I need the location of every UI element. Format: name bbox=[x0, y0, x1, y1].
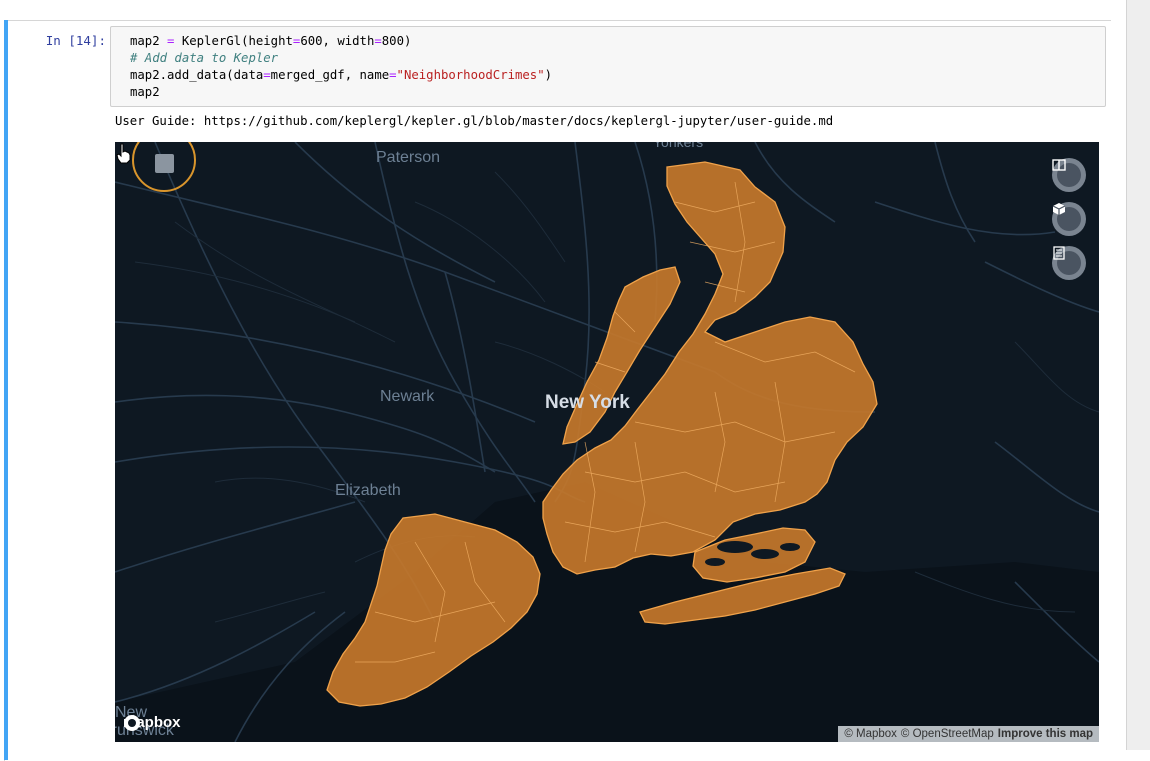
hand-cursor-icon bbox=[116, 143, 131, 164]
cell-selected-indicator bbox=[4, 20, 8, 760]
code-text: map2 = KeplerGl(height=600, width=800) #… bbox=[130, 33, 552, 101]
legend-icon bbox=[1053, 246, 1081, 275]
place-label-paterson: Paterson bbox=[376, 149, 441, 166]
3d-view-icon bbox=[1052, 203, 1081, 231]
code-line-2: # Add data to Kepler bbox=[130, 51, 279, 65]
scrollbar[interactable] bbox=[1126, 0, 1150, 750]
code-line-3: map2.add_data(data=merged_gdf, name="Nei… bbox=[130, 68, 553, 82]
place-label-new-york: New York bbox=[545, 392, 630, 413]
3d-view-button[interactable] bbox=[1052, 202, 1086, 236]
bronx-queens-brooklyn-shape[interactable] bbox=[542, 161, 878, 575]
attribution-osm[interactable]: © OpenStreetMap bbox=[901, 728, 994, 740]
split-map-icon bbox=[1052, 159, 1081, 187]
map-attribution: © Mapbox © OpenStreetMap Improve this ma… bbox=[838, 726, 1099, 742]
place-label-elizabeth: Elizabeth bbox=[335, 482, 401, 499]
improve-map-link[interactable]: Improve this map bbox=[998, 728, 1093, 740]
map-canvas[interactable] bbox=[115, 142, 1099, 742]
cell-prompt: In [14]: bbox=[45, 33, 106, 48]
mapbox-logo[interactable]: mapbox bbox=[123, 714, 181, 731]
place-label-yonkers: Yonkers bbox=[653, 142, 704, 150]
output-label: User Guide: bbox=[115, 114, 204, 128]
code-input[interactable]: map2 = KeplerGl(height=600, width=800) #… bbox=[110, 26, 1106, 107]
kepler-map[interactable]: Paterson Yonkers Newark New York Elizabe… bbox=[115, 142, 1099, 742]
code-line-1: map2 = KeplerGl(height=600, width=800) bbox=[130, 34, 412, 48]
code-line-4: map2 bbox=[130, 85, 160, 99]
mapbox-icon bbox=[124, 715, 140, 731]
legend-button[interactable] bbox=[1052, 246, 1086, 280]
split-map-button[interactable] bbox=[1052, 158, 1086, 192]
cell-output: User Guide: https://github.com/keplergl/… bbox=[115, 114, 833, 128]
place-label-newark: Newark bbox=[380, 388, 435, 405]
attribution-mapbox[interactable]: © Mapbox bbox=[844, 728, 897, 740]
user-guide-link[interactable]: https://github.com/keplergl/kepler.gl/bl… bbox=[204, 114, 833, 128]
